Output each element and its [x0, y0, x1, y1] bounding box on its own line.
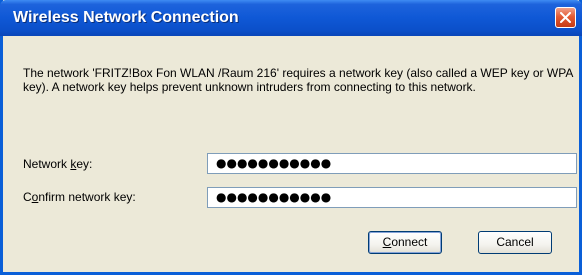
dialog-title: Wireless Network Connection: [13, 9, 239, 26]
network-key-input[interactable]: ●●●●●●●●●●●: [207, 153, 577, 174]
close-icon: [560, 12, 571, 23]
network-key-masked-value: ●●●●●●●●●●●: [216, 156, 332, 170]
dialog-message: The network 'FRITZ!Box Fon WLAN /Raum 21…: [23, 66, 573, 94]
close-button[interactable]: [555, 7, 576, 28]
title-bar[interactable]: Wireless Network Connection: [0, 0, 582, 36]
connect-button[interactable]: Connect: [368, 231, 442, 254]
confirm-key-masked-value: ●●●●●●●●●●●: [216, 190, 332, 204]
confirm-key-input[interactable]: ●●●●●●●●●●●: [207, 187, 577, 208]
wireless-key-dialog: Wireless Network Connection The network …: [0, 0, 582, 275]
cancel-button[interactable]: Cancel: [478, 231, 552, 254]
network-key-label: Network key:: [23, 157, 93, 171]
confirm-key-label: Confirm network key:: [23, 190, 136, 204]
